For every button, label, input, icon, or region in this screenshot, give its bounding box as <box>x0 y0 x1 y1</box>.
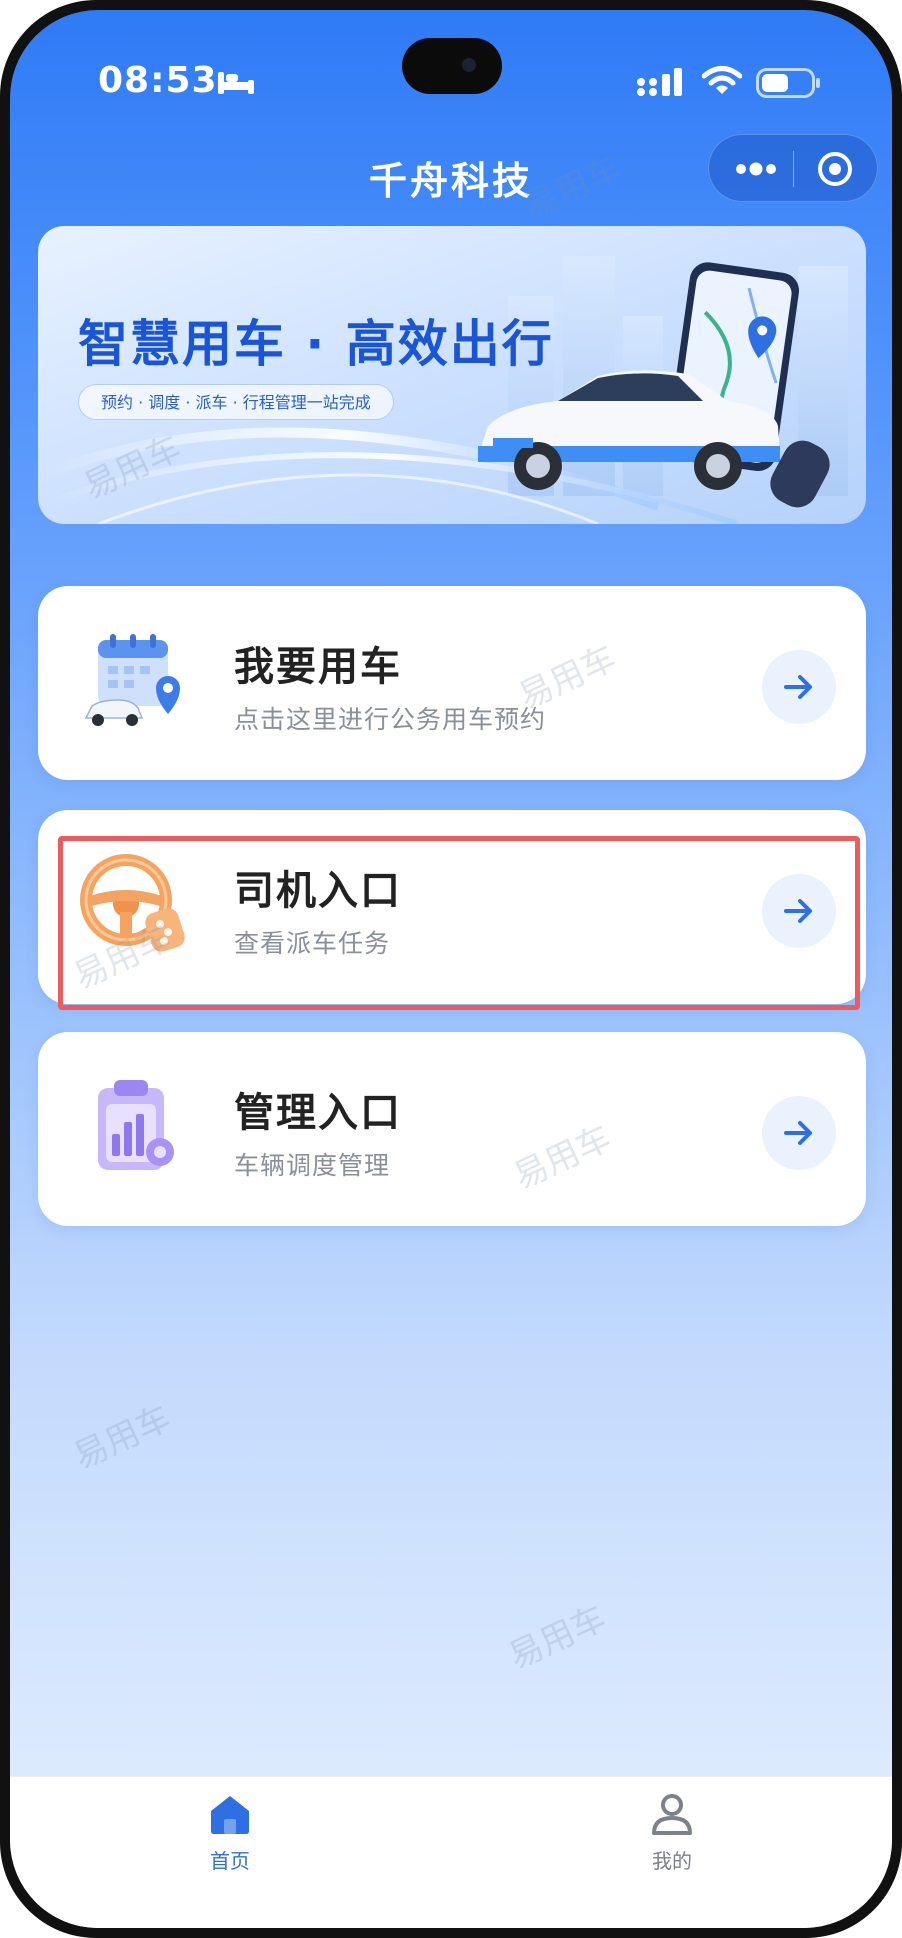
status-bar: 08:53 <box>10 10 892 140</box>
status-time: 08:53 <box>98 60 218 101</box>
banner-subtitle: 预约 · 调度 · 派车 · 行程管理一站完成 <box>78 384 394 420</box>
battery-icon <box>756 68 820 98</box>
go-button[interactable] <box>762 874 836 948</box>
watermark: 易用车 <box>67 1397 178 1478</box>
more-icon[interactable] <box>731 157 781 181</box>
close-target-icon[interactable] <box>815 149 855 189</box>
wifi-icon <box>702 66 742 94</box>
tab-label: 首页 <box>210 1849 250 1873</box>
banner-title: 智慧用车 · 高效出行 <box>78 315 554 373</box>
tab-bar: 首页 我的 <box>10 1776 892 1928</box>
arrow-right-icon <box>784 1121 812 1145</box>
tab-label: 我的 <box>652 1849 692 1873</box>
miniprogram-capsule <box>708 134 878 202</box>
user-icon <box>652 1794 692 1835</box>
card-title: 管理入口 <box>234 1090 402 1136</box>
card-driver-entry[interactable]: 司机入口 查看派车任务 <box>38 810 866 1004</box>
arrow-right-icon <box>784 899 812 923</box>
go-button[interactable] <box>762 650 836 724</box>
steering-wheel-icon <box>80 854 185 952</box>
card-admin-entry[interactable]: 管理入口 车辆调度管理 <box>38 1032 866 1226</box>
dynamic-island <box>402 38 502 94</box>
card-description: 点击这里进行公务用车预约 <box>234 705 547 734</box>
phone-frame: 08:53 千舟科技 智慧用车 · 高效出行 预约 · 调度 · 派车 · 行程… <box>0 0 902 1938</box>
go-button[interactable] <box>762 1096 836 1170</box>
app-screen: 08:53 千舟科技 智慧用车 · 高效出行 预约 · 调度 · 派车 · 行程… <box>10 10 892 1928</box>
tab-mine[interactable]: 我的 <box>602 1791 742 1874</box>
card-description: 查看派车任务 <box>234 929 391 958</box>
promo-banner[interactable]: 智慧用车 · 高效出行 预约 · 调度 · 派车 · 行程管理一站完成 <box>38 226 866 524</box>
tab-home[interactable]: 首页 <box>160 1791 300 1874</box>
card-book-vehicle[interactable]: 我要用车 点击这里进行公务用车预约 <box>38 586 866 780</box>
watermark: 易用车 <box>502 1597 613 1678</box>
card-title: 司机入口 <box>234 868 402 914</box>
clipboard-chart-icon <box>98 1080 174 1170</box>
cellular-signal-icon <box>637 68 682 96</box>
card-title: 我要用车 <box>234 644 402 690</box>
calendar-car-icon <box>84 634 180 726</box>
home-icon <box>211 1796 249 1834</box>
bed-icon <box>218 72 254 94</box>
arrow-right-icon <box>784 675 812 699</box>
card-description: 车辆调度管理 <box>234 1151 391 1180</box>
